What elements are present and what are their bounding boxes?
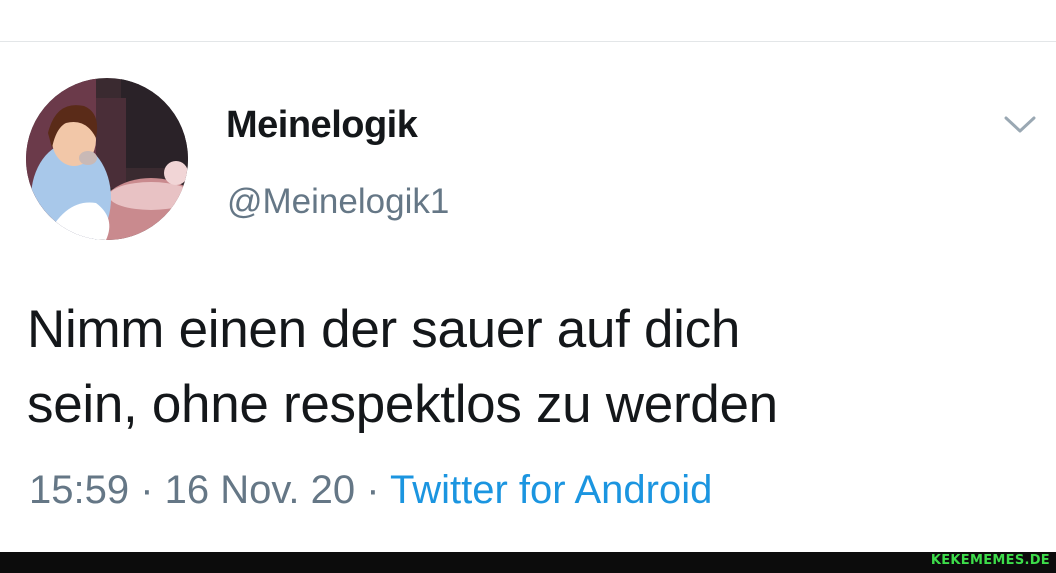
display-name[interactable]: Meinelogik	[226, 104, 418, 147]
avatar-image	[26, 78, 188, 240]
tweet-meta: 15:59 · 16 Nov. 20 · Twitter for Android	[29, 468, 712, 513]
chevron-down-icon[interactable]	[1000, 110, 1040, 138]
footer-bar: KEKEMEMES.DE	[0, 552, 1056, 573]
meta-separator: ·	[355, 468, 390, 512]
meta-separator: ·	[129, 468, 165, 512]
tweet-text: Nimm einen der sauer auf dich sein, ohne…	[27, 292, 1037, 442]
top-divider	[0, 41, 1056, 42]
tweet-date[interactable]: 16 Nov. 20	[165, 468, 356, 512]
tweet-source-link[interactable]: Twitter for Android	[390, 468, 712, 512]
tweet-screenshot: Meinelogik @Meinelogik1 Nimm einen der s…	[0, 0, 1056, 573]
watermark: KEKEMEMES.DE	[930, 553, 1050, 568]
tweet-time: 15:59	[29, 468, 130, 512]
tweet-text-line: Nimm einen der sauer auf dich	[27, 300, 741, 359]
tweet-text-line: sein, ohne respektlos zu werden	[27, 375, 778, 434]
user-handle[interactable]: @Meinelogik1	[227, 182, 449, 222]
avatar[interactable]	[26, 78, 188, 240]
